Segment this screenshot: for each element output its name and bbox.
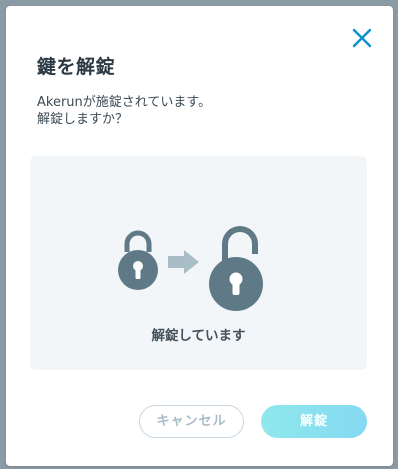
status-text: 解錠しています bbox=[151, 328, 246, 344]
message-line-1: Akerunが施錠されています。 bbox=[37, 95, 212, 110]
lock-open-icon bbox=[209, 226, 263, 311]
dialog-title: 鍵を解錠 bbox=[37, 56, 116, 78]
close-button[interactable] bbox=[351, 27, 373, 49]
status-panel: 解錠しています bbox=[30, 156, 367, 370]
cancel-button[interactable]: キャンセル bbox=[139, 405, 244, 438]
arrow-right-icon bbox=[168, 250, 199, 274]
lock-closed-icon bbox=[118, 230, 158, 290]
lock-illustration bbox=[118, 226, 263, 311]
dialog-message: Akerunが施錠されています。 解錠しますか？ bbox=[37, 94, 211, 128]
unlock-dialog: 鍵を解錠 Akerunが施錠されています。 解錠しますか？ 解錠しています キャ… bbox=[6, 6, 393, 466]
close-icon bbox=[352, 28, 372, 48]
message-line-2: 解錠しますか？ bbox=[37, 112, 129, 127]
unlock-button[interactable]: 解錠 bbox=[261, 405, 367, 438]
